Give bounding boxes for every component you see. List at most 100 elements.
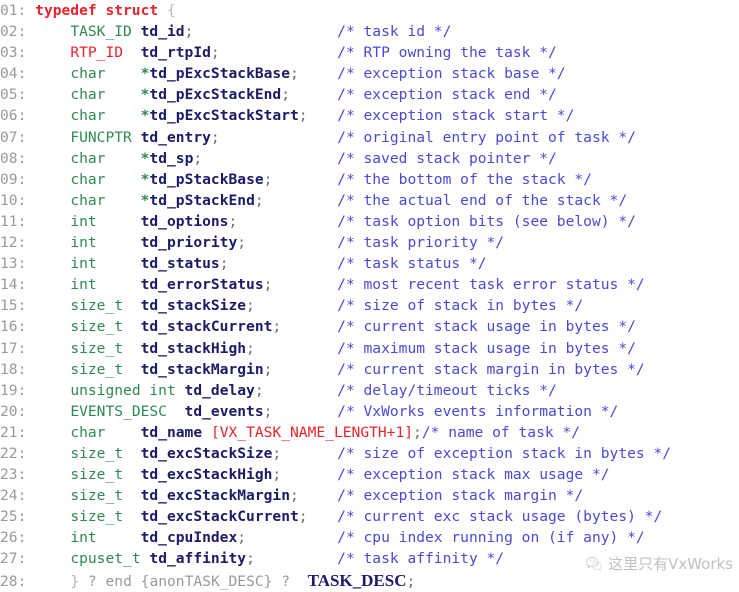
trailing-comment: /* task id */ [337, 23, 452, 41]
trailing-comment: /* exception stack margin */ [337, 487, 584, 505]
code-line: 12: int td_priority;/* task priority */ [0, 232, 739, 253]
statement-terminator: ; [254, 381, 264, 399]
line-code: char td_name [VX_TASK_NAME_LENGTH+1]; [35, 422, 422, 443]
code-line: 23: size_t td_excStackHigh;/* exception … [0, 464, 739, 485]
line-number: 07: [0, 128, 36, 146]
type-token: char [70, 170, 106, 188]
type-token: int [70, 255, 97, 273]
open-brace: { [158, 2, 176, 19]
line-number: 21: [0, 423, 36, 441]
trailing-comment: /* exception stack end */ [337, 86, 557, 104]
type-token: size_t [70, 297, 124, 315]
code-line-closing: 28: } ? end {anonTASK_DESC} ? TASK_DESC; [0, 570, 739, 591]
trailing-comment: /* delay/timeout ticks */ [337, 381, 557, 399]
line-code: char *td_pExcStackStart; [35, 105, 337, 126]
line-code: FUNCPTR td_entry; [35, 127, 337, 148]
statement-terminator: ; [406, 572, 416, 590]
type-token: char [70, 191, 106, 209]
trailing-comment: /* RTP owning the task */ [337, 44, 557, 62]
trailing-comment: /* current stack margin in bytes */ [337, 360, 645, 378]
trailing-comment: /* the actual end of the stack */ [337, 191, 628, 209]
member-name: td_excStackHigh [140, 466, 273, 484]
line-code: int td_options; [35, 211, 337, 232]
statement-terminator: ; [193, 149, 203, 167]
type-token: FUNCPTR [70, 128, 132, 146]
line-number: 20: [0, 402, 36, 420]
code-line: 11: int td_options;/* task option bits (… [0, 211, 739, 232]
member-name: td_excStackSize [140, 444, 273, 462]
code-line: 22: size_t td_excStackSize;/* size of ex… [0, 443, 739, 464]
line-code: char *td_pStackBase; [35, 169, 337, 190]
code-listing: 01: typedef struct {02: TASK_ID td_id;/*… [0, 0, 739, 591]
trailing-comment: /* name of task */ [421, 423, 580, 441]
trailing-comment: /* size of exception stack in bytes */ [337, 444, 672, 462]
statement-terminator: ; [184, 23, 194, 41]
member-name: td_pExcStackEnd [149, 86, 282, 104]
code-line: 15: size_t td_stackSize;/* size of stack… [0, 295, 739, 316]
statement-terminator: ; [237, 529, 247, 547]
line-code: size_t td_excStackCurrent; [35, 506, 337, 527]
code-line: 01: typedef struct { [0, 0, 739, 21]
trailing-comment: /* cpu index running on (if any) */ [337, 529, 645, 547]
type-token: size_t [70, 487, 124, 505]
member-name: td_stackMargin [140, 360, 264, 378]
code-line: 10: char *td_pStackEnd;/* the actual end… [0, 190, 739, 211]
statement-terminator: ; [263, 276, 273, 294]
statement-terminator: ; [272, 466, 282, 484]
member-name: td_priority [140, 234, 238, 252]
trailing-comment: /* task status */ [337, 255, 487, 273]
statement-terminator: ; [246, 339, 255, 357]
type-token: char [70, 107, 106, 125]
member-name: td_events [184, 402, 264, 420]
line-code: size_t td_stackMargin; [35, 359, 337, 380]
code-line: 19: unsigned int td_delay;/* delay/timeo… [0, 380, 739, 401]
line-number: 08: [0, 149, 36, 167]
member-name: td_pExcStackStart [149, 107, 299, 125]
line-number: 10: [0, 191, 36, 209]
trailing-comment: /* current stack usage in bytes */ [337, 318, 636, 336]
code-line: 21: char td_name [VX_TASK_NAME_LENGTH+1]… [0, 422, 739, 443]
line-number: 17: [0, 339, 36, 357]
code-line: 20: EVENTS_DESC td_events;/* VxWorks eve… [0, 401, 739, 422]
code-line: 18: size_t td_stackMargin;/* current sta… [0, 359, 739, 380]
type-token: unsigned int [70, 381, 176, 399]
statement-terminator: ; [272, 444, 282, 462]
member-name: td_affinity [149, 550, 247, 568]
member-name: td_pStackEnd [149, 191, 255, 209]
statement-terminator: ; [413, 423, 422, 441]
line-code: int td_errorStatus; [35, 274, 337, 295]
code-line: 13: int td_status;/* task status */ [0, 253, 739, 274]
line-code: TASK_ID td_id; [35, 21, 337, 42]
statement-terminator: ; [263, 402, 273, 420]
code-line: 16: size_t td_stackCurrent;/* current st… [0, 316, 739, 337]
code-line: 26: int td_cpuIndex;/* cpu index running… [0, 527, 739, 548]
code-line: 17: size_t td_stackHigh;/* maximum stack… [0, 338, 739, 359]
member-name: td_sp [149, 149, 194, 167]
line-number: 15: [0, 297, 36, 315]
statement-terminator: ; [298, 508, 308, 526]
trailing-comment: /* exception stack max usage */ [337, 466, 610, 484]
code-line: 06: char *td_pExcStackStart;/* exception… [0, 105, 739, 126]
member-name: td_cpuIndex [140, 529, 238, 547]
trailing-comment: /* the bottom of the stack */ [337, 170, 592, 188]
member-name: td_excStackMargin [140, 487, 290, 505]
member-name: td_pExcStackBase [149, 65, 291, 83]
line-code: size_t td_stackHigh; [35, 338, 337, 359]
trailing-comment: /* size of stack in bytes */ [337, 297, 584, 315]
keyword-typedef-struct: typedef struct [35, 2, 159, 19]
code-line: 25: size_t td_excStackCurrent;/* current… [0, 506, 739, 527]
line-code: int td_cpuIndex; [35, 527, 337, 548]
type-token: int [70, 234, 97, 252]
trailing-comment: /* saved stack pointer */ [337, 149, 557, 167]
trailing-comment: /* current exc stack usage (bytes) */ [337, 508, 663, 526]
line-number: 12: [0, 234, 36, 252]
line-code: int td_status; [35, 253, 337, 274]
trailing-comment: /* most recent task error status */ [337, 276, 645, 294]
code-line: 05: char *td_pExcStackEnd;/* exception s… [0, 84, 739, 105]
type-token: size_t [70, 508, 124, 526]
statement-terminator: ; [298, 107, 308, 125]
statement-terminator: ; [263, 360, 273, 378]
line-code: EVENTS_DESC td_events; [35, 401, 337, 422]
typedef-alias-name: TASK_DESC [307, 570, 407, 590]
type-token: size_t [70, 318, 124, 336]
